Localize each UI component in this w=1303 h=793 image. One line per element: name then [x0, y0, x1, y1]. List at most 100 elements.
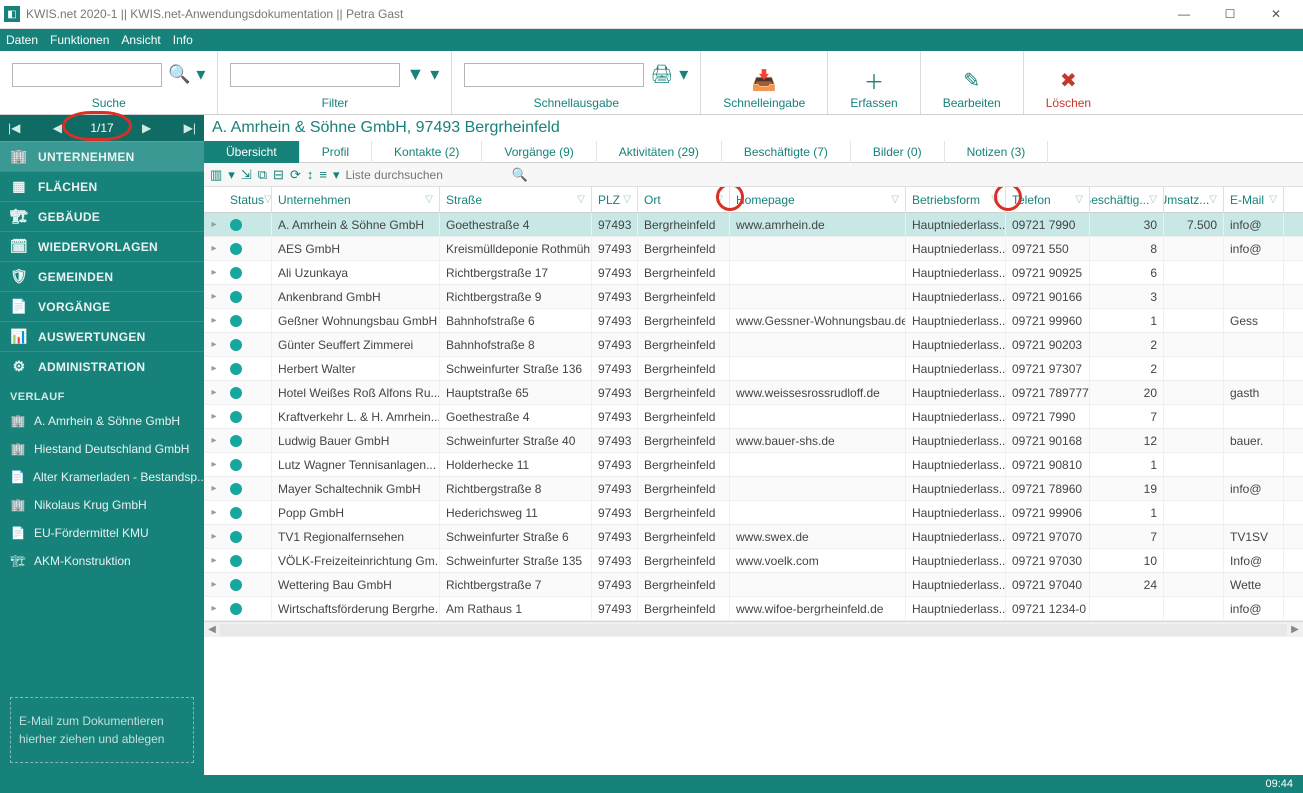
menu-ansicht[interactable]: Ansicht	[121, 33, 160, 47]
window-minimize-button[interactable]: —	[1161, 0, 1207, 29]
column-header-beschftig[interactable]: Beschäftig...▽	[1090, 187, 1164, 212]
funnel-icon[interactable]: ▼	[406, 64, 424, 85]
pager-first-button[interactable]: |◀	[4, 121, 24, 135]
email-dropzone[interactable]: E-Mail zum Dokumentieren hierher ziehen …	[10, 697, 194, 763]
row-expand-icon[interactable]: ▸	[204, 291, 224, 302]
list-icon[interactable]: ≡	[319, 167, 327, 182]
row-expand-icon[interactable]: ▸	[204, 555, 224, 566]
history-item[interactable]: 🏢Hiestand Deutschland GmbH	[0, 435, 204, 463]
grid-search-input[interactable]	[345, 168, 505, 182]
search-input[interactable]	[12, 63, 162, 87]
grid-search-icon[interactable]: 🔍	[511, 167, 527, 183]
tab-kontakte[interactable]: Kontakte (2)	[372, 141, 482, 163]
filter-funnel-icon[interactable]: ▽	[425, 194, 433, 205]
row-expand-icon[interactable]: ▸	[204, 243, 224, 254]
pager-last-button[interactable]: ▶|	[180, 121, 200, 135]
filter-funnel-icon[interactable]: ▽	[1209, 194, 1217, 205]
nav-item-unternehmen[interactable]: 🏢UNTERNEHMEN	[0, 141, 204, 171]
row-expand-icon[interactable]: ▸	[204, 531, 224, 542]
window-maximize-button[interactable]: ☐	[1207, 0, 1253, 29]
table-row[interactable]: ▸Lutz Wagner Tennisanlagen...Holderhecke…	[204, 453, 1303, 477]
tab-profil[interactable]: Profil	[300, 141, 372, 163]
horizontal-scrollbar[interactable]: ◀ ▶	[204, 621, 1303, 637]
nav-item-gebäude[interactable]: 🏗GEBÄUDE	[0, 201, 204, 231]
nav-item-auswertungen[interactable]: 📊AUSWERTUNGEN	[0, 321, 204, 351]
history-item[interactable]: 🏢A. Amrhein & Söhne GmbH	[0, 407, 204, 435]
table-row[interactable]: ▸Popp GmbHHederichsweg 1197493Bergrheinf…	[204, 501, 1303, 525]
column-header-unternehmen[interactable]: Unternehmen▽	[272, 187, 440, 212]
table-row[interactable]: ▸Ali UzunkayaRichtbergstraße 1797493Berg…	[204, 261, 1303, 285]
row-expand-icon[interactable]: ▸	[204, 459, 224, 470]
filter-funnel-icon[interactable]: ▽	[623, 194, 631, 205]
filter-funnel-icon[interactable]: ▽	[264, 194, 272, 205]
nav-item-gemeinden[interactable]: 🛡GEMEINDEN	[0, 261, 204, 291]
nav-item-vorgänge[interactable]: 📄VORGÄNGE	[0, 291, 204, 321]
tab-aktivitäten[interactable]: Aktivitäten (29)	[597, 141, 722, 163]
column-header-plz[interactable]: PLZ▽	[592, 187, 638, 212]
row-expand-icon[interactable]: ▸	[204, 219, 224, 230]
row-expand-icon[interactable]: ▸	[204, 507, 224, 518]
table-row[interactable]: ▸Hotel Weißes Roß Alfons Ru...Hauptstraß…	[204, 381, 1303, 405]
refresh-icon[interactable]: ⟳	[290, 167, 301, 183]
row-expand-icon[interactable]: ▸	[204, 483, 224, 494]
filter-funnel-icon[interactable]: ▽	[991, 194, 999, 205]
export-icon[interactable]: ⇲	[241, 167, 252, 183]
table-row[interactable]: ▸Ludwig Bauer GmbHSchweinfurter Straße 4…	[204, 429, 1303, 453]
nav-item-flächen[interactable]: ▦FLÄCHEN	[0, 171, 204, 201]
tab-bilder[interactable]: Bilder (0)	[851, 141, 945, 163]
column-header-umsatz[interactable]: Umsatz...▽	[1164, 187, 1224, 212]
print-icon[interactable]: 🖨	[650, 64, 673, 85]
collapse-icon[interactable]: ⊟	[273, 167, 284, 183]
tab-beschäftigte[interactable]: Beschäftigte (7)	[722, 141, 851, 163]
row-expand-icon[interactable]: ▸	[204, 411, 224, 422]
scroll-left-icon[interactable]: ◀	[204, 624, 220, 635]
search-dropdown-icon[interactable]: ▾	[196, 64, 205, 85]
menu-info[interactable]: Info	[173, 33, 193, 47]
clip-icon[interactable]: ⧉	[258, 167, 267, 183]
table-row[interactable]: ▸Ankenbrand GmbHRichtbergstraße 997493Be…	[204, 285, 1303, 309]
filter-funnel-icon[interactable]: ▽	[891, 194, 899, 205]
column-header-status[interactable]: Status▽	[224, 187, 272, 212]
pager-next-button[interactable]: ▶	[138, 121, 155, 135]
history-item[interactable]: 🏢Nikolaus Krug GmbH	[0, 491, 204, 519]
table-row[interactable]: ▸Günter Seuffert ZimmereiBahnhofstraße 8…	[204, 333, 1303, 357]
column-header-ort[interactable]: Ort▽	[638, 187, 730, 212]
column-header-telefon[interactable]: Telefon▽	[1006, 187, 1090, 212]
pager-prev-button[interactable]: ◀	[49, 121, 66, 135]
tab-notizen[interactable]: Notizen (3)	[945, 141, 1049, 163]
history-item[interactable]: 📄Alter Kramerladen - Bestandsp...	[0, 463, 204, 491]
create-button[interactable]: ＋ Erfassen	[840, 66, 907, 110]
filter-funnel-icon[interactable]: ▽	[715, 194, 723, 205]
filter-funnel-icon[interactable]: ▽	[1269, 194, 1277, 205]
sort-icon[interactable]: ↕	[307, 167, 314, 182]
table-row[interactable]: ▸TV1 RegionalfernsehenSchweinfurter Stra…	[204, 525, 1303, 549]
filter-funnel-icon[interactable]: ▽	[577, 194, 585, 205]
table-row[interactable]: ▸Wettering Bau GmbHRichtbergstraße 79749…	[204, 573, 1303, 597]
nav-item-administration[interactable]: ⚙ADMINISTRATION	[0, 351, 204, 381]
row-expand-icon[interactable]: ▸	[204, 435, 224, 446]
table-row[interactable]: ▸Kraftverkehr L. & H. Amrhein...Goethest…	[204, 405, 1303, 429]
tab-übersicht[interactable]: Übersicht	[204, 141, 300, 163]
filter-funnel-icon[interactable]: ▽	[1075, 194, 1083, 205]
table-row[interactable]: ▸Geßner Wohnungsbau GmbHBahnhofstraße 69…	[204, 309, 1303, 333]
table-row[interactable]: ▸Mayer Schaltechnik GmbHRichtbergstraße …	[204, 477, 1303, 501]
filter-input[interactable]	[230, 63, 400, 87]
delete-button[interactable]: ✖ Löschen	[1036, 66, 1101, 110]
columns-icon[interactable]: ▥	[210, 167, 222, 183]
history-item[interactable]: 📄EU-Fördermittel KMU	[0, 519, 204, 547]
row-expand-icon[interactable]: ▸	[204, 315, 224, 326]
column-header-betriebsform[interactable]: Betriebsform▽	[906, 187, 1006, 212]
table-row[interactable]: ▸Herbert WalterSchweinfurter Straße 1369…	[204, 357, 1303, 381]
table-row[interactable]: ▸AES GmbHKreismülldeponie Rothmüh...9749…	[204, 237, 1303, 261]
column-header-strae[interactable]: Straße▽	[440, 187, 592, 212]
quick-output-input[interactable]	[464, 63, 644, 87]
column-header-homepage[interactable]: Homepage▽	[730, 187, 906, 212]
quick-input-button[interactable]: 📥 Schnelleingabe	[713, 66, 815, 110]
column-header-email[interactable]: E-Mail▽	[1224, 187, 1284, 212]
menu-daten[interactable]: Daten	[6, 33, 38, 47]
scroll-right-icon[interactable]: ▶	[1287, 624, 1303, 635]
table-row[interactable]: ▸VÖLK-Freizeiteinrichtung Gm...Schweinfu…	[204, 549, 1303, 573]
row-expand-icon[interactable]: ▸	[204, 267, 224, 278]
table-row[interactable]: ▸Wirtschaftsförderung Bergrhe...Am Ratha…	[204, 597, 1303, 621]
window-close-button[interactable]: ✕	[1253, 0, 1299, 29]
